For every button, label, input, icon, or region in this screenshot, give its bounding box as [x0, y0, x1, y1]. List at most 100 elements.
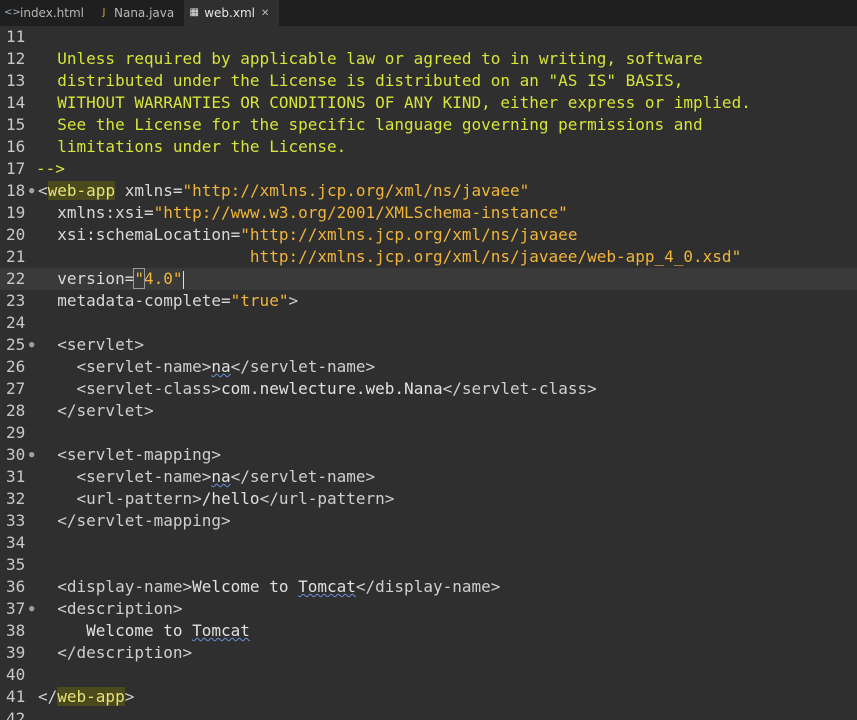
code-line: 37 ● <description>: [0, 598, 857, 620]
tag-close: </servlet-class>: [442, 379, 597, 398]
line-number: 13: [6, 71, 26, 90]
code-line: 14 WITHOUT WARRANTIES OR CONDITIONS OF A…: [0, 92, 857, 114]
tag-open: <servlet-mapping>: [38, 445, 222, 464]
code-line: 23 metadata-complete="true">: [0, 290, 857, 312]
code-line: 11: [0, 26, 857, 48]
attr-name: metadata-complete=: [38, 291, 231, 310]
java-file-icon: J: [102, 7, 106, 18]
code-line: 21 http://xmlns.jcp.org/xml/ns/javaee/we…: [0, 246, 857, 268]
line-number: 23: [6, 291, 26, 310]
tab-nana-java[interactable]: J Nana.java: [94, 0, 184, 26]
tag-bracket: <: [38, 181, 48, 200]
code-line: 27 <servlet-class>com.newlecture.web.Nan…: [0, 378, 857, 400]
element-text: /hello: [201, 489, 260, 508]
tag-bracket: </: [38, 687, 58, 706]
line-number: 36: [6, 577, 26, 596]
close-icon[interactable]: ✕: [261, 8, 269, 19]
tag-bracket: >: [124, 687, 135, 706]
attr-value-quote: ": [133, 268, 145, 289]
code-line: 31 <servlet-name>na</servlet-name>: [0, 466, 857, 488]
tag-name: web-app: [47, 181, 116, 200]
attr-value: 4.0": [143, 269, 183, 288]
tag-close: </description>: [38, 643, 193, 662]
comment-text: Unless required by applicable law or agr…: [38, 49, 703, 68]
fold-marker-icon[interactable]: ●: [29, 598, 34, 620]
attr-value: "true": [230, 291, 289, 310]
element-text: na: [211, 357, 231, 376]
attr-value: http://xmlns.jcp.org/xml/ns/javaee/web-a…: [38, 247, 742, 266]
tag-close: </display-name>: [355, 577, 501, 596]
attr-value: "http://www.w3.org/2001/XMLSchema-instan…: [153, 203, 568, 222]
element-text: com.newlecture.web.Nana: [221, 379, 443, 398]
code-line: 20 xsi:schemaLocation="http://xmlns.jcp.…: [0, 224, 857, 246]
fold-marker-icon[interactable]: ●: [29, 180, 34, 202]
code-line: 40: [0, 664, 857, 686]
line-number: 17: [6, 159, 26, 178]
code-line: 38 Welcome to Tomcat: [0, 620, 857, 642]
comment-end: -->: [36, 159, 65, 178]
line-number: 14: [6, 93, 26, 112]
html-file-icon: <>: [4, 7, 21, 18]
code-line: 35: [0, 554, 857, 576]
element-text-flagged: Tomcat: [298, 577, 356, 596]
line-number: 21: [6, 247, 26, 266]
code-line-current: 22 version="4.0": [0, 268, 857, 290]
code-line: 25 ● <servlet>: [0, 334, 857, 356]
tag-open: <servlet-class>: [38, 379, 222, 398]
tag-open: <description>: [38, 599, 183, 618]
code-line: 36 <display-name>Welcome to Tomcat</disp…: [0, 576, 857, 598]
line-number: 39: [6, 643, 26, 662]
line-number: 19: [6, 203, 26, 222]
xml-file-icon: ▦: [189, 7, 199, 18]
line-number: 40: [6, 665, 26, 684]
line-number: 34: [6, 533, 26, 552]
attr-name: xmlns=: [115, 181, 183, 200]
code-line: 29: [0, 422, 857, 444]
line-number: 26: [6, 357, 26, 376]
line-number: 33: [6, 511, 26, 530]
attr-name: xmlns:xsi=: [38, 203, 154, 222]
code-line: 26 <servlet-name>na</servlet-name>: [0, 356, 857, 378]
comment-text: distributed under the License is distrib…: [38, 71, 684, 90]
code-line: 12 Unless required by applicable law or …: [0, 48, 857, 70]
line-number: 29: [6, 423, 26, 442]
line-number: 24: [6, 313, 26, 332]
line-number: 32: [6, 489, 26, 508]
code-line: 39 </description>: [0, 642, 857, 664]
tag-open: <servlet>: [38, 335, 144, 354]
element-text: na: [211, 467, 231, 486]
element-text: Welcome to: [192, 577, 299, 596]
line-number: 22: [6, 269, 26, 288]
tag-open: <servlet-name>: [38, 467, 212, 486]
code-line: 32 <url-pattern>/hello</url-pattern>: [0, 488, 857, 510]
code-line: 42: [0, 708, 857, 720]
code-line: 33 </servlet-mapping>: [0, 510, 857, 532]
tab-web-xml[interactable]: ▦ web.xml ✕: [184, 0, 280, 26]
attr-value: "http://xmlns.jcp.org/xml/ns/javaee": [182, 181, 530, 200]
comment-text: See the License for the specific languag…: [38, 115, 703, 134]
line-number: 16: [6, 137, 26, 156]
line-number: 31: [6, 467, 26, 486]
tag-close: </servlet-name>: [230, 467, 376, 486]
line-number: 28: [6, 401, 26, 420]
element-text: Welcome to: [38, 621, 193, 640]
tag-close: </servlet>: [38, 401, 154, 420]
fold-marker-icon[interactable]: ●: [29, 334, 34, 356]
tag-close: </url-pattern>: [259, 489, 395, 508]
code-line: 17 -->: [0, 158, 857, 180]
tag-close: </servlet-name>: [230, 357, 376, 376]
code-line: 16 limitations under the License.: [0, 136, 857, 158]
code-editor[interactable]: 11 12 Unless required by applicable law …: [0, 26, 857, 720]
tag-name: web-app: [57, 687, 125, 706]
code-line: 24: [0, 312, 857, 334]
code-line: 41 </web-app>: [0, 686, 857, 708]
tab-index-html[interactable]: <> index.html: [0, 0, 94, 26]
fold-marker-icon[interactable]: ●: [29, 444, 34, 466]
tab-label: Nana.java: [113, 6, 175, 20]
tag-open: <display-name>: [38, 577, 193, 596]
line-number: 35: [6, 555, 26, 574]
line-number: 15: [6, 115, 26, 134]
code-line: 13 distributed under the License is dist…: [0, 70, 857, 92]
attr-name: version=: [38, 269, 135, 288]
editor-tab-bar: <> index.html J Nana.java ▦ web.xml ✕: [0, 0, 857, 27]
